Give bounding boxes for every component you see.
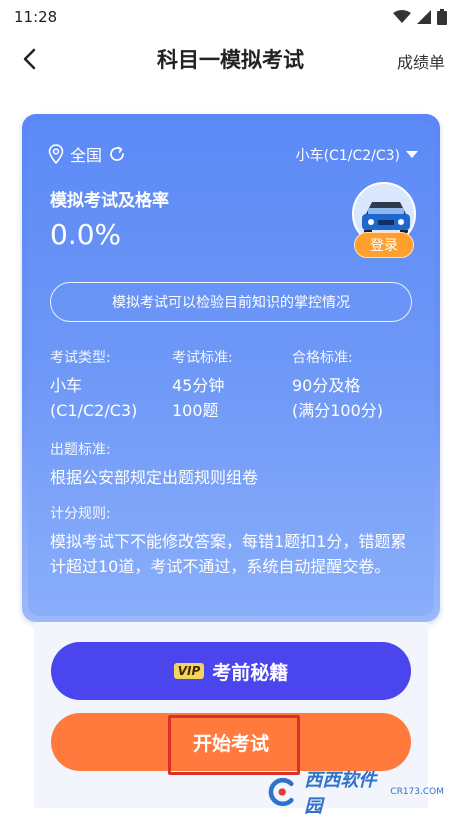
score-sheet-link[interactable]: 成绩单	[397, 49, 445, 73]
exam-type-label: 考试类型:	[50, 350, 111, 366]
exam-type-value-2: (C1/C2/C3)	[50, 401, 138, 420]
nav-bar: 科目一模拟考试 成绩单	[0, 34, 461, 86]
scoring-rule-block: 计分规则: 模拟考试下不能修改答案，每错1题扣1分，错题累计超过10道，考试不通…	[50, 502, 418, 579]
vip-tips-button[interactable]: VIP 考前秘籍	[51, 642, 411, 700]
question-standard-label: 出题标准:	[50, 442, 111, 458]
scoring-rule-text: 模拟考试下不能修改答案，每错1题扣1分，错题累计超过10道，考试不通过，系统自动…	[50, 532, 407, 576]
refresh-icon[interactable]	[108, 145, 126, 163]
watermark-text: 西西软件园	[304, 770, 377, 817]
back-button[interactable]	[14, 44, 44, 74]
pass-standard-value-1: 90分及格	[292, 376, 361, 395]
exam-type-value-1: 小车	[50, 376, 83, 395]
wifi-icon	[393, 10, 411, 23]
pass-rate-label: 模拟考试及格率	[50, 191, 169, 211]
vip-tips-label: 考前秘籍	[212, 661, 289, 684]
question-standard-block: 出题标准: 根据公安部规定出题规则组卷	[50, 438, 418, 490]
battery-icon	[437, 9, 447, 25]
chevron-left-icon	[23, 48, 36, 70]
vip-badge: VIP	[173, 663, 205, 679]
location-pin-icon	[48, 144, 64, 164]
exam-standard-value-2: 100题	[172, 401, 219, 420]
tip-banner: 模拟考试可以检验目前知识的掌控情况	[50, 282, 412, 322]
exam-standard-label: 考试标准:	[172, 350, 233, 366]
pass-standard-block: 合格标准: 90分及格 (满分100分)	[292, 346, 383, 423]
login-button[interactable]: 登录	[354, 232, 414, 258]
exam-standard-block: 考试标准: 45分钟 100题	[172, 346, 233, 423]
car-type-selector[interactable]: 小车(C1/C2/C3)	[296, 145, 418, 165]
pass-rate-value: 0.0%	[50, 218, 122, 251]
status-bar: 11:28	[0, 0, 461, 34]
question-standard-text: 根据公安部规定出题规则组卷	[50, 468, 259, 487]
pass-standard-value-2: (满分100分)	[292, 401, 384, 420]
status-time: 11:28	[14, 8, 58, 26]
watermark: 西西软件园 CR173.COM	[264, 770, 444, 817]
location-label: 全国	[70, 146, 103, 165]
start-exam-label: 开始考试	[192, 732, 269, 755]
exam-standard-value-1: 45分钟	[172, 376, 225, 395]
start-exam-button[interactable]: 开始考试	[51, 713, 411, 771]
watermark-sub: CR173.COM	[390, 787, 444, 797]
pass-standard-label: 合格标准:	[292, 350, 353, 366]
exam-info-card: 全国 小车(C1/C2/C3) 模拟考试及格率 0.0% 登录 模拟考试可以检验…	[22, 114, 440, 622]
exam-type-block: 考试类型: 小车 (C1/C2/C3)	[50, 346, 137, 423]
caret-down-icon	[406, 151, 418, 158]
location-selector[interactable]: 全国	[48, 142, 126, 166]
signal-icon	[417, 10, 431, 24]
page-title: 科目一模拟考试	[157, 48, 304, 72]
car-type-label: 小车(C1/C2/C3)	[295, 148, 400, 164]
scoring-rule-label: 计分规则:	[50, 506, 111, 522]
watermark-logo-icon	[268, 777, 294, 807]
